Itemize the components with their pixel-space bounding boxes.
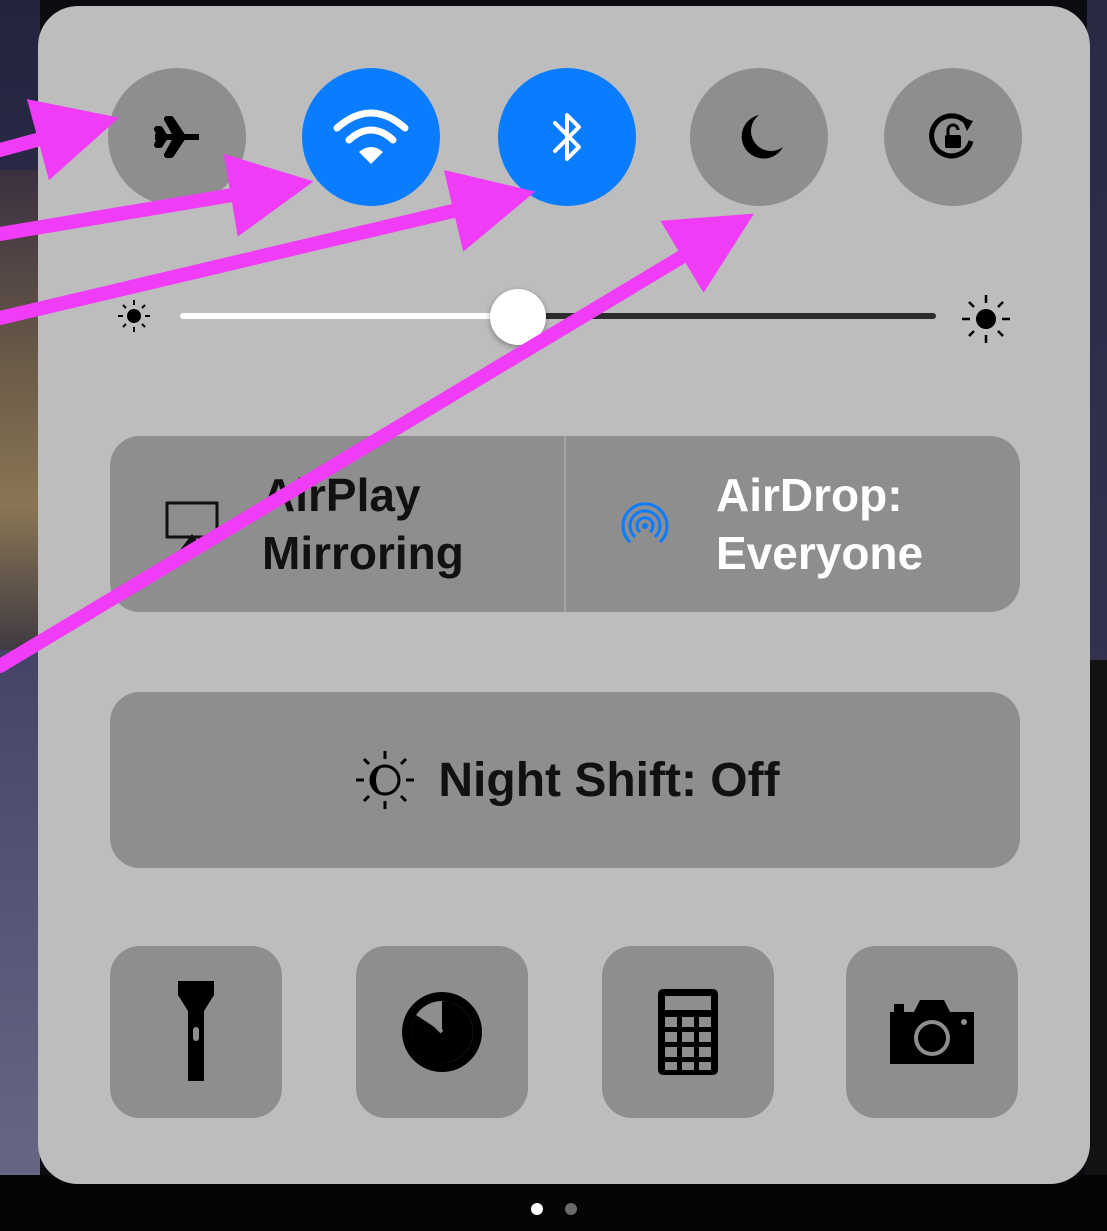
- annotation-arrow-wifi: [0, 153, 314, 241]
- annotation-arrows: [0, 99, 755, 673]
- annotation-arrow-airplane: [0, 99, 120, 181]
